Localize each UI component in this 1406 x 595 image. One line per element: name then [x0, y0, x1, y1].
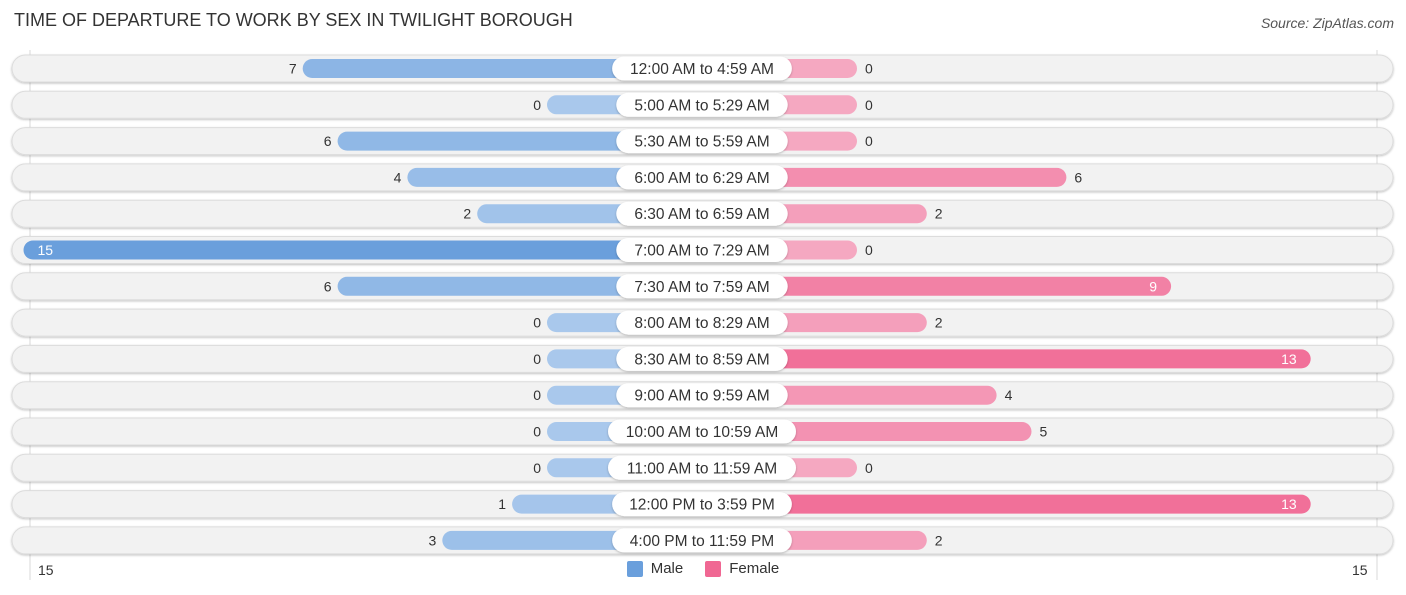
value-label-female: 2 — [935, 206, 943, 222]
row-1[interactable]: 0 0 5:00 AM to 5:29 AM — [11, 90, 1394, 119]
category-label: 11:00 AM to 11:59 AM — [627, 460, 777, 477]
value-label-female: 13 — [1281, 496, 1297, 512]
row-7[interactable]: 0 2 8:00 AM to 8:29 AM — [11, 308, 1394, 337]
category-label: 12:00 AM to 4:59 AM — [630, 61, 774, 78]
value-label-female: 9 — [1149, 278, 1157, 294]
value-label-male: 0 — [533, 424, 541, 440]
legend-swatch-male — [626, 560, 643, 577]
row-3[interactable]: 4 6 6:00 AM to 6:29 AM — [11, 163, 1394, 192]
value-label-female: 0 — [865, 242, 873, 258]
value-label-male: 0 — [533, 315, 541, 331]
value-label-male: 7 — [289, 61, 297, 77]
value-label-male: 6 — [324, 278, 332, 294]
value-label-male: 6 — [324, 133, 332, 149]
row-10[interactable]: 0 5 10:00 AM to 10:59 AM — [11, 417, 1394, 446]
value-label-male: 0 — [533, 97, 541, 113]
legend-item-male[interactable]: Male — [626, 560, 684, 577]
value-label-male: 15 — [38, 242, 54, 258]
category-label: 7:00 AM to 7:29 AM — [634, 243, 769, 260]
category-label: 8:00 AM to 8:29 AM — [634, 315, 769, 332]
category-label: 5:00 AM to 5:29 AM — [634, 97, 769, 114]
category-label: 6:30 AM to 6:59 AM — [634, 206, 769, 223]
value-label-male: 4 — [394, 169, 402, 185]
value-label-female: 2 — [935, 315, 943, 331]
value-label-female: 0 — [865, 133, 873, 149]
value-label-female: 6 — [1074, 169, 1082, 185]
row-9[interactable]: 0 4 9:00 AM to 9:59 AM — [11, 381, 1394, 410]
value-label-male: 2 — [463, 206, 471, 222]
row-13[interactable]: 3 2 4:00 PM to 11:59 PM — [11, 526, 1394, 555]
category-label: 12:00 PM to 3:59 PM — [629, 497, 775, 514]
chart-canvas: 7 0 12:00 AM to 4:59 AM 0 0 5:00 AM to 5:29 A… — [11, 50, 1394, 580]
value-label-female: 0 — [865, 460, 873, 476]
row-2[interactable]: 6 0 5:30 AM to 5:59 AM — [11, 127, 1394, 156]
legend-item-female[interactable]: Female — [705, 560, 779, 577]
legend: Male Female — [0, 560, 1406, 577]
row-6[interactable]: 6 9 7:30 AM to 7:59 AM — [11, 272, 1394, 301]
value-label-female: 0 — [865, 61, 873, 77]
legend-label-female: Female — [729, 560, 780, 577]
bar-female — [702, 494, 1311, 514]
row-0[interactable]: 7 0 12:00 AM to 4:59 AM — [11, 54, 1394, 83]
value-label-female: 5 — [1040, 424, 1048, 440]
value-label-male: 3 — [429, 532, 437, 548]
value-label-female: 2 — [935, 532, 943, 548]
value-label-female: 13 — [1281, 351, 1297, 367]
category-label: 9:00 AM to 9:59 AM — [634, 388, 769, 405]
category-label: 10:00 AM to 10:59 AM — [626, 424, 779, 441]
value-label-female: 4 — [1005, 387, 1013, 403]
category-label: 5:30 AM to 5:59 AM — [634, 134, 769, 151]
value-label-male: 1 — [498, 496, 506, 512]
category-label: 7:30 AM to 7:59 AM — [634, 279, 769, 296]
row-12[interactable]: 1 13 12:00 PM to 3:59 PM — [11, 490, 1394, 519]
value-label-male: 0 — [533, 387, 541, 403]
row-5[interactable]: 15 0 7:00 AM to 7:29 AM — [11, 236, 1394, 264]
category-label: 8:30 AM to 8:59 AM — [634, 351, 769, 368]
row-11[interactable]: 0 0 11:00 AM to 11:59 AM — [11, 453, 1394, 482]
category-label: 4:00 PM to 11:59 PM — [630, 533, 774, 550]
bar-male — [23, 240, 702, 260]
value-label-male: 0 — [533, 351, 541, 367]
legend-swatch-female — [705, 560, 722, 577]
bar-female — [702, 349, 1311, 369]
row-8[interactable]: 0 13 8:30 AM to 8:59 AM — [11, 344, 1394, 373]
value-label-male: 0 — [533, 460, 541, 476]
row-4[interactable]: 2 2 6:30 AM to 6:59 AM — [11, 199, 1394, 228]
legend-label-male: Male — [650, 560, 684, 577]
value-label-female: 0 — [865, 97, 873, 113]
category-label: 6:00 AM to 6:29 AM — [634, 170, 769, 187]
